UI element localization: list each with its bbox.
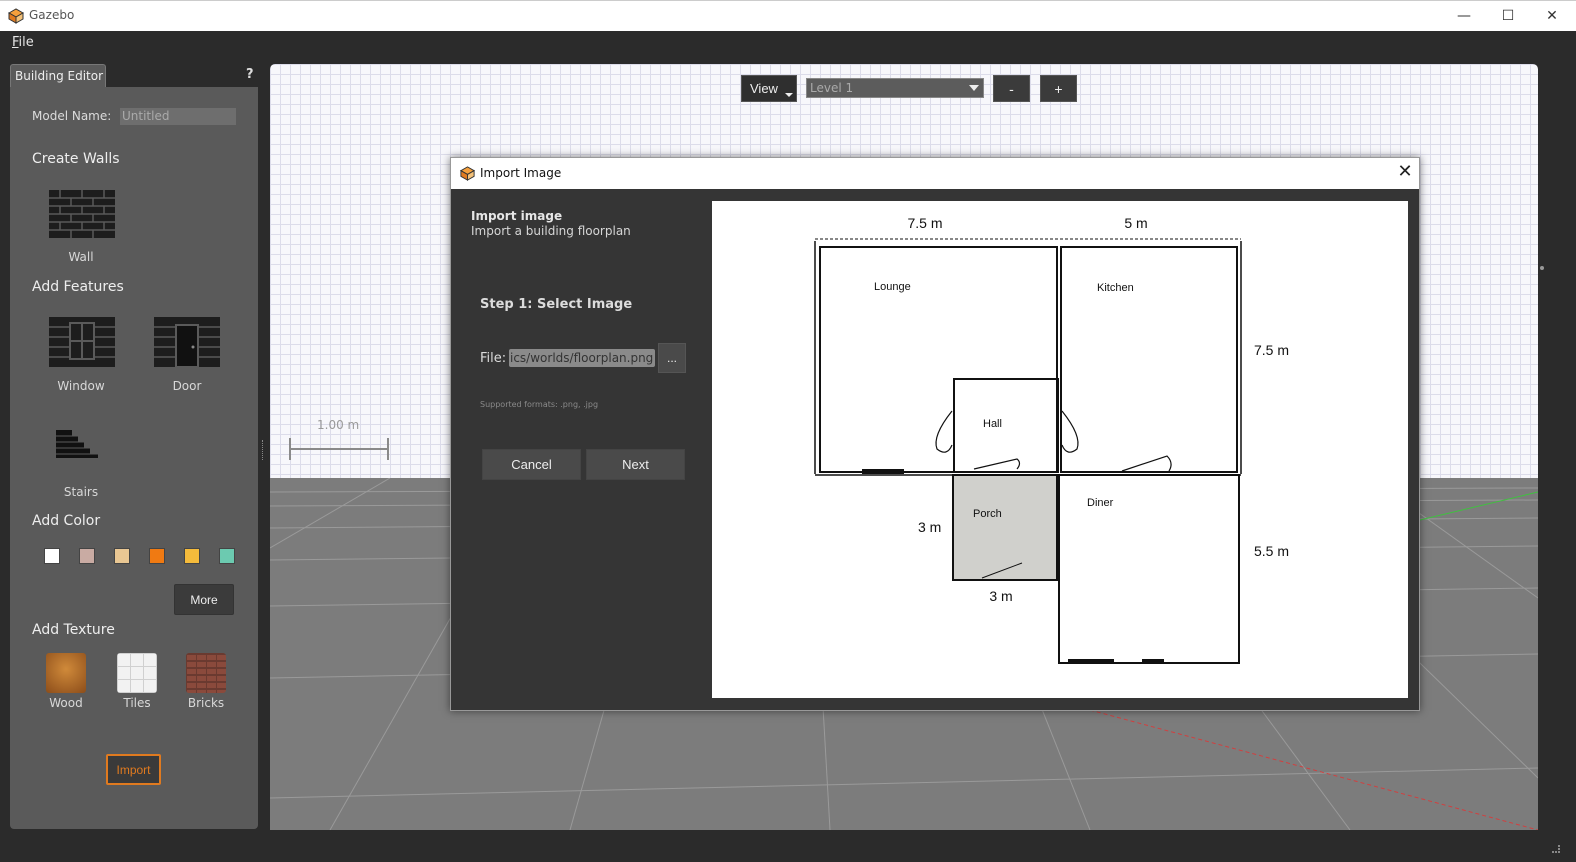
- wall-tool-label: Wall: [68, 250, 94, 264]
- zoom-in-button[interactable]: +: [1040, 75, 1077, 102]
- color-swatch-teal[interactable]: [219, 548, 235, 564]
- level-chevron-down-icon: [969, 85, 979, 91]
- menu-file[interactable]: File: [12, 35, 34, 50]
- zoom-out-button[interactable]: -: [993, 75, 1030, 102]
- room-kitchen: Kitchen: [1097, 282, 1134, 294]
- level-select[interactable]: Level 1: [806, 78, 984, 98]
- panel-splitter-handle[interactable]: [262, 440, 265, 460]
- view-chevron-down-icon: [785, 93, 793, 97]
- model-name-input[interactable]: Untitled: [120, 108, 236, 125]
- cancel-button[interactable]: Cancel: [482, 449, 581, 480]
- create-walls-heading: Create Walls: [32, 151, 120, 167]
- tiles-texture-thumb[interactable]: [117, 653, 157, 693]
- dialog-title-bar: Import Image ✕: [451, 158, 1419, 189]
- floorplan-preview: 7.5 m 5 m 7.5 m 5.5 m 3 m 3 m Lounge Kit…: [712, 201, 1408, 698]
- browse-file-button[interactable]: ...: [658, 343, 686, 373]
- add-texture-heading: Add Texture: [32, 622, 115, 638]
- building-editor-panel: Model Name: Untitled Create Walls Wall A…: [10, 87, 258, 829]
- level-select-value: Level 1: [810, 81, 854, 95]
- dim-right-upper: 7.5 m: [1254, 342, 1289, 358]
- dialog-subheading: Import a building floorplan: [471, 224, 631, 238]
- door-tool-label: Door: [172, 379, 202, 393]
- wall-tool-icon[interactable]: [49, 190, 115, 238]
- add-color-heading: Add Color: [32, 513, 101, 529]
- dialog-heading: Import image: [471, 209, 563, 223]
- stairs-tool-icon[interactable]: [54, 428, 100, 460]
- view-button-label: View: [750, 81, 778, 96]
- app-window: { "window": { "title": "Gazebo", "contro…: [0, 0, 1576, 862]
- dim-porch-side: 3 m: [918, 519, 941, 535]
- more-colors-button[interactable]: More: [174, 584, 234, 615]
- resize-grip-icon[interactable]: [1552, 845, 1560, 853]
- tab-building-editor[interactable]: Building Editor: [10, 64, 106, 87]
- step-title: Step 1: Select Image: [480, 297, 633, 312]
- texture-label-bricks: Bricks: [187, 696, 225, 710]
- help-button[interactable]: ?: [246, 67, 254, 82]
- stairs-tool-label: Stairs: [63, 485, 99, 499]
- scale-bar: [289, 448, 389, 450]
- room-lounge: Lounge: [874, 281, 911, 293]
- color-swatch-yellow[interactable]: [184, 548, 200, 564]
- room-hall: Hall: [983, 418, 1002, 430]
- import-image-dialog: Import Image ✕ Import image Import a bui…: [450, 157, 1420, 711]
- file-label: File:: [480, 351, 507, 366]
- supported-formats-note: Supported formats: .png, .jpg: [480, 400, 599, 409]
- close-button[interactable]: ✕: [1530, 1, 1574, 32]
- room-diner: Diner: [1087, 497, 1114, 509]
- file-path-input[interactable]: ics/worlds/floorplan.png: [509, 349, 655, 367]
- wood-texture-thumb[interactable]: [46, 653, 86, 693]
- menu-file-label: ile: [18, 35, 34, 50]
- dim-top-left: 7.5 m: [907, 215, 942, 231]
- texture-label-wood: Wood: [49, 696, 83, 710]
- color-swatch-pink[interactable]: [79, 548, 95, 564]
- color-swatch-orange[interactable]: [149, 548, 165, 564]
- window-tool-icon[interactable]: [49, 317, 115, 367]
- window-title: Gazebo: [29, 8, 75, 22]
- view-dropdown-button[interactable]: View: [741, 75, 797, 102]
- dim-top-right: 5 m: [1124, 215, 1147, 231]
- maximize-button[interactable]: ☐: [1486, 1, 1530, 32]
- bricks-texture-thumb[interactable]: [186, 653, 226, 693]
- dialog-title: Import Image: [480, 166, 562, 180]
- splitter-grip-icon[interactable]: [1540, 266, 1544, 270]
- color-swatch-white[interactable]: [44, 548, 60, 564]
- model-name-label: Model Name:: [32, 109, 112, 123]
- dim-right-lower: 5.5 m: [1254, 543, 1289, 559]
- scale-tick-right: [387, 438, 389, 460]
- window-tool-label: Window: [57, 379, 105, 393]
- add-features-heading: Add Features: [32, 279, 124, 295]
- dialog-close-icon[interactable]: ✕: [1396, 163, 1414, 181]
- floorplan-image: 7.5 m 5 m 7.5 m 5.5 m 3 m 3 m Lounge Kit…: [814, 215, 1289, 664]
- color-swatch-beige[interactable]: [114, 548, 130, 564]
- menu-bar: File: [0, 31, 1576, 55]
- minimize-button[interactable]: —: [1442, 1, 1486, 32]
- room-porch: Porch: [973, 508, 1002, 520]
- gazebo-logo-icon: [7, 8, 25, 24]
- scale-label: 1.00 m: [317, 418, 360, 432]
- title-bar: Gazebo — ☐ ✕: [0, 0, 1576, 31]
- texture-label-tiles: Tiles: [123, 696, 151, 710]
- import-button[interactable]: Import: [106, 754, 161, 785]
- next-button[interactable]: Next: [586, 449, 685, 480]
- door-tool-icon[interactable]: [154, 317, 220, 367]
- gazebo-logo-icon: [459, 166, 476, 181]
- dim-porch-bottom: 3 m: [989, 588, 1012, 604]
